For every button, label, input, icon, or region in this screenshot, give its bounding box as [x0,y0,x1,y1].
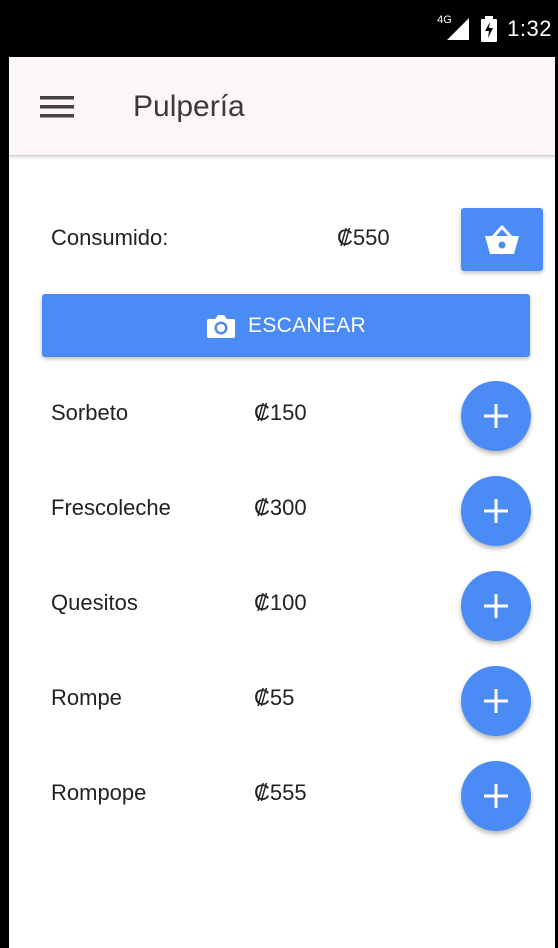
product-row: Rompope ₡555 [9,753,555,833]
add-product-button[interactable] [461,666,531,736]
product-price: ₡55 [254,685,295,710]
product-row: Rompe ₡55 [9,658,555,738]
status-icons: 4G 1:32 [437,14,552,44]
shopping-basket-icon [485,225,519,254]
page-title: Pulpería [133,90,245,123]
product-price: ₡300 [254,495,307,520]
app-screen: Pulpería Consumido: ₡550 ESCANEAR Sorbet… [9,57,555,948]
menu-button[interactable] [35,87,79,127]
device-frame: 4G 1:32 Pulpería Consumido: ₡550 ESCANEA… [0,0,558,948]
product-name: Sorbeto [51,400,129,425]
product-row: Sorbeto ₡150 [9,373,555,453]
plus-icon [484,404,508,428]
product-name: Rompope [51,780,147,805]
product-price: ₡150 [254,400,307,425]
status-bar: 4G 1:32 [0,0,558,57]
plus-icon [484,594,508,618]
basket-button[interactable] [461,208,543,271]
status-clock: 1:32 [507,16,552,41]
add-product-button[interactable] [461,571,531,641]
product-name: Rompe [51,685,122,710]
product-price: ₡100 [254,590,307,615]
add-product-button[interactable] [461,381,531,451]
consumed-label: Consumido: [51,225,169,250]
camera-icon [207,314,236,338]
product-name: Frescoleche [51,495,171,520]
scan-button[interactable]: ESCANEAR [42,294,530,357]
plus-icon [484,784,508,808]
menu-icon [40,96,74,118]
battery-charging-icon [481,16,498,42]
signal-icon: 4G [437,14,471,42]
network-type-label: 4G [437,14,452,26]
scan-button-label: ESCANEAR [248,313,366,337]
product-row: Quesitos ₡100 [9,563,555,643]
product-row: Frescoleche ₡300 [9,468,555,548]
add-product-button[interactable] [461,476,531,546]
app-bar: Pulpería [9,57,555,156]
add-product-button[interactable] [461,761,531,831]
plus-icon [484,689,508,713]
product-price: ₡555 [254,780,307,805]
consumed-total: ₡550 [337,225,390,250]
plus-icon [484,499,508,523]
product-name: Quesitos [51,590,138,615]
